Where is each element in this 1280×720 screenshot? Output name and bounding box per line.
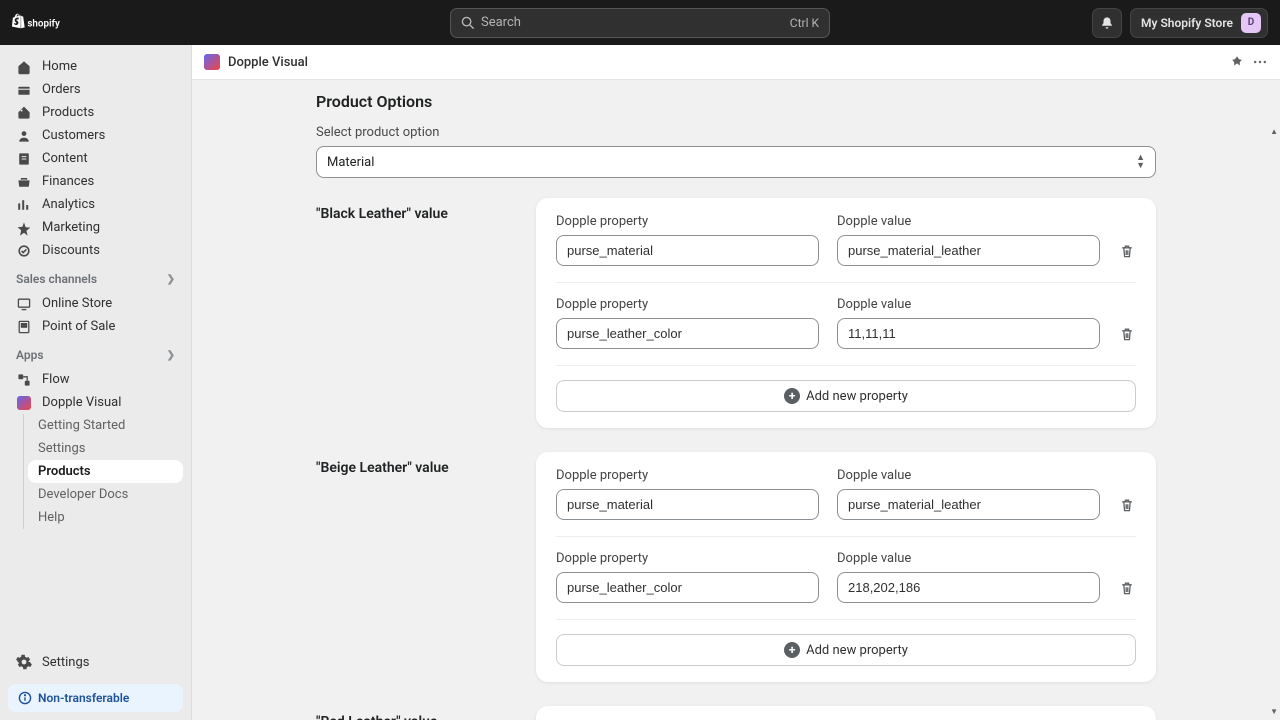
nav-icon [16, 105, 32, 121]
value-label: Dopple value [837, 468, 1100, 483]
dopple-sub-developer-docs[interactable]: Developer Docs [24, 483, 191, 506]
value-label: "Beige Leather" value [316, 452, 516, 682]
search-placeholder: Search [481, 15, 790, 30]
app-icon [16, 372, 32, 388]
chevron-right-icon: ❯ [167, 350, 175, 361]
add-property-button[interactable]: +Add new property [556, 634, 1136, 666]
topbar: shopify Search Ctrl K My Shopify Store D [0, 0, 1280, 45]
store-menu[interactable]: My Shopify Store D [1130, 8, 1268, 38]
select-label: Select product option [316, 125, 1156, 140]
property-label: Dopple property [556, 551, 819, 566]
delete-property-button[interactable] [1118, 318, 1136, 349]
nav-icon [16, 220, 32, 236]
property-card: Dopple propertyDopple valueDopple proper… [536, 198, 1156, 428]
value-label: "Black Leather" value [316, 198, 516, 428]
svg-text:shopify: shopify [27, 18, 60, 29]
global-search[interactable]: Search Ctrl K [450, 8, 830, 38]
value-input[interactable] [837, 318, 1100, 349]
sales-channels-header[interactable]: Sales channels ❯ [0, 262, 191, 292]
more-icon[interactable] [1252, 54, 1268, 70]
search-icon [461, 16, 475, 30]
dopple-icon [16, 396, 32, 410]
property-label: Dopple property [556, 468, 819, 483]
property-input[interactable] [556, 318, 819, 349]
channel-online-store[interactable]: Online Store [0, 292, 191, 315]
nav-icon [16, 151, 32, 167]
chevron-right-icon: ❯ [167, 274, 175, 285]
nav-marketing[interactable]: Marketing [0, 216, 191, 239]
notifications-button[interactable] [1092, 8, 1122, 38]
delete-property-button[interactable] [1118, 235, 1136, 266]
page-title: Product Options [316, 92, 1156, 111]
dopple-sub-settings[interactable]: Settings [24, 437, 191, 460]
value-label: Dopple value [837, 297, 1100, 312]
sidebar: HomeOrdersProductsCustomersContentFinanc… [0, 45, 192, 720]
nav-icon [16, 59, 32, 75]
scroll-down-indicator: ▼ [1270, 707, 1278, 716]
nav-icon [16, 243, 32, 259]
store-name: My Shopify Store [1141, 16, 1233, 30]
channel-icon [16, 319, 32, 335]
nav-analytics[interactable]: Analytics [0, 193, 191, 216]
nav-icon [16, 82, 32, 98]
plus-icon: + [784, 642, 800, 658]
property-label: Dopple property [556, 214, 819, 229]
select-caret-icon: ▲▼ [1136, 154, 1145, 170]
non-transferable-badge[interactable]: Non-transferable [8, 684, 183, 712]
property-input[interactable] [556, 572, 819, 603]
gear-icon [16, 654, 32, 670]
property-row: Dopple property Dopple value [556, 214, 1136, 282]
dopple-sub-products[interactable]: Products [28, 460, 183, 483]
nav-icon [16, 174, 32, 190]
app-flow[interactable]: Flow [0, 368, 191, 391]
nav-icon [16, 197, 32, 213]
value-input[interactable] [837, 235, 1100, 266]
nav-content[interactable]: Content [0, 147, 191, 170]
add-property-button[interactable]: +Add new property [556, 380, 1136, 412]
avatar: D [1241, 13, 1261, 33]
plus-icon: + [784, 388, 800, 404]
value-label: "Red Leather" value [316, 706, 516, 720]
property-card: Dopple propertyDopple value [536, 706, 1156, 720]
nav-finances[interactable]: Finances [0, 170, 191, 193]
property-card: Dopple propertyDopple valueDopple proper… [536, 452, 1156, 682]
nav-home[interactable]: Home [0, 55, 191, 78]
shopify-logo[interactable]: shopify [12, 13, 82, 33]
channel-point-of-sale[interactable]: Point of Sale [0, 315, 191, 338]
app-dopple-visual[interactable]: Dopple Visual [0, 391, 191, 414]
value-block: "Red Leather" value Dopple propertyDopple… [316, 706, 1156, 720]
settings-link[interactable]: Settings [0, 646, 191, 678]
delete-property-button[interactable] [1118, 572, 1136, 603]
value-block: "Beige Leather" valueDopple propertyDopp… [316, 452, 1156, 682]
value-input[interactable] [837, 489, 1100, 520]
nav-orders[interactable]: Orders [0, 78, 191, 101]
content-scroll[interactable]: Product Options Select product option Ma… [192, 80, 1280, 720]
property-row: Dopple property Dopple value [556, 282, 1136, 365]
value-input[interactable] [837, 572, 1100, 603]
property-input[interactable] [556, 489, 819, 520]
property-row: Dopple property Dopple value [556, 468, 1136, 536]
product-option-select[interactable]: Material ▲▼ [316, 146, 1156, 178]
pin-icon[interactable] [1230, 55, 1244, 69]
property-input[interactable] [556, 235, 819, 266]
value-label: Dopple value [837, 551, 1100, 566]
apps-header[interactable]: Apps ❯ [0, 338, 191, 368]
delete-property-button[interactable] [1118, 489, 1136, 520]
dopple-sub-getting-started[interactable]: Getting Started [24, 414, 191, 437]
nav-discounts[interactable]: Discounts [0, 239, 191, 262]
property-row: Dopple property Dopple value [556, 536, 1136, 619]
info-icon [18, 691, 32, 705]
app-title: Dopple Visual [228, 55, 308, 70]
nav-customers[interactable]: Customers [0, 124, 191, 147]
dopple-app-icon [204, 54, 220, 70]
value-block: "Black Leather" valueDopple propertyDopp… [316, 198, 1156, 428]
value-label: Dopple value [837, 214, 1100, 229]
search-shortcut: Ctrl K [790, 16, 819, 30]
property-label: Dopple property [556, 297, 819, 312]
channel-icon [16, 296, 32, 312]
app-header: Dopple Visual [192, 45, 1280, 80]
dopple-sub-help[interactable]: Help [24, 506, 191, 529]
nav-products[interactable]: Products [0, 101, 191, 124]
nav-icon [16, 128, 32, 144]
